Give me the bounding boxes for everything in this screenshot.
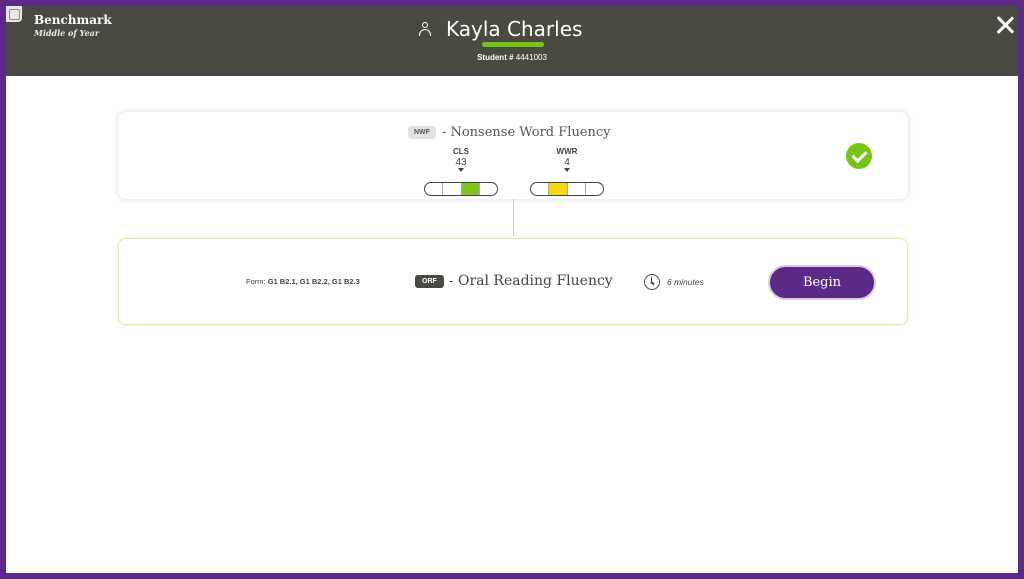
wwr-score-bar (530, 182, 604, 196)
student-id: 4441003 (515, 53, 547, 62)
metric-wwr: WWR 4 (530, 147, 604, 172)
metric-value: 4 (564, 157, 570, 168)
student-name: Kayla Charles (446, 17, 583, 41)
completed-measure-card: NWF - Nonsense Word Fluency CLS 43 WWR 4 (118, 112, 908, 199)
metric-cls: CLS 43 (424, 147, 498, 172)
connector-line (513, 199, 514, 236)
header-bar: Benchmark Middle of Year Kayla Charles S… (6, 6, 1018, 76)
student-id-line: Student # 4441003 (6, 53, 1018, 62)
student-name-underline (482, 42, 544, 47)
measure-tag: ORF (415, 274, 444, 288)
form-list: G1 B2.1, G1 B2.2, G1 B2.3 (267, 277, 360, 286)
marker-arrow-icon (458, 168, 464, 172)
next-measure-card: Form: G1 B2.1, G1 B2.2, G1 B2.3 ORF - Or… (118, 238, 908, 325)
metric-label: WWR (556, 147, 578, 156)
measure-name: - Nonsense Word Fluency (441, 125, 611, 140)
app-icon[interactable] (6, 6, 22, 22)
form-info: Form: G1 B2.1, G1 B2.2, G1 B2.3 (246, 277, 360, 286)
close-icon[interactable] (992, 12, 1018, 38)
form-label: Form: (246, 277, 266, 286)
app-frame: Benchmark Middle of Year Kayla Charles S… (6, 6, 1018, 573)
metric-value: 43 (455, 157, 467, 168)
check-icon (846, 143, 872, 169)
benchmark-period: Middle of Year (34, 28, 100, 38)
cls-score-bar (424, 182, 498, 196)
clock-icon (644, 274, 660, 290)
measure-heading: NWF - Nonsense Word Fluency (408, 125, 611, 140)
duration: 6 minutes (667, 277, 704, 287)
begin-button[interactable]: Begin (768, 265, 876, 300)
metric-label: CLS (453, 147, 469, 156)
measure-tag: NWF (408, 126, 436, 139)
student-header: Kayla Charles (418, 16, 582, 42)
benchmark-title: Benchmark (34, 13, 112, 27)
measure-heading: ORF - Oral Reading Fluency (415, 273, 613, 289)
measure-name: - Oral Reading Fluency (448, 273, 613, 289)
student-id-label: Student # (477, 53, 514, 62)
person-icon (418, 21, 432, 37)
marker-arrow-icon (564, 168, 570, 172)
